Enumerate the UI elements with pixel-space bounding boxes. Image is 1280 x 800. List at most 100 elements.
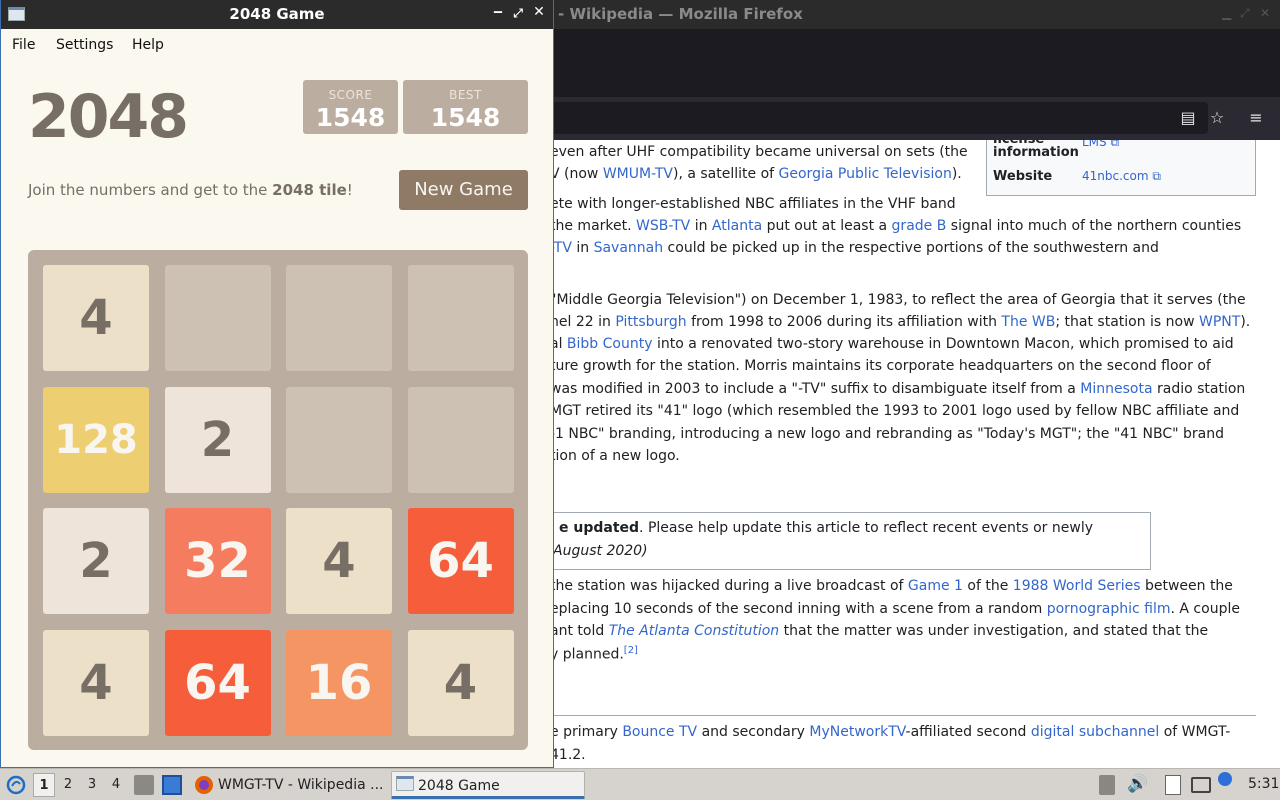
minimize-icon[interactable]: ▁ xyxy=(1222,6,1231,20)
article-line: e primary Bounce TV and secondary MyNetw… xyxy=(554,724,1230,740)
close-icon[interactable]: ✕ xyxy=(531,4,547,20)
game-app-icon xyxy=(396,776,414,791)
article-text: ete with longer-established NBC affiliat… xyxy=(554,196,956,212)
article-link[interactable]: -TV xyxy=(554,240,572,256)
article-line: al Bibb County into a renovated two-stor… xyxy=(554,336,1234,352)
bookmark-star-icon[interactable]: ☆ xyxy=(1206,107,1228,129)
task-2048-label: 2048 Game xyxy=(418,778,500,794)
start-menu-icon[interactable] xyxy=(6,775,26,795)
article-link[interactable]: Savannah xyxy=(594,240,664,256)
workspace-4[interactable]: 4 xyxy=(105,773,127,797)
best-label: BEST xyxy=(449,88,482,102)
article-link[interactable]: grade B xyxy=(892,218,947,234)
article-link[interactable]: 1988 World Series xyxy=(1013,578,1141,594)
menu-help[interactable]: Help xyxy=(132,37,164,53)
article-text: and secondary xyxy=(697,724,810,740)
show-desktop-icon[interactable] xyxy=(162,775,182,795)
article-text: radio station xyxy=(1152,381,1246,397)
article-link[interactable]: MyNetworkTV xyxy=(809,724,905,740)
article-text: 41.2. xyxy=(554,747,586,763)
notice-bold: e updated xyxy=(559,520,640,536)
article-text: even after UHF compatibility became univ… xyxy=(554,144,968,160)
article-link[interactable]: The Atlanta Constitution xyxy=(609,623,779,639)
article-link[interactable]: WSB-TV xyxy=(636,218,690,234)
new-game-button[interactable]: New Game xyxy=(399,170,528,210)
article-text: that the matter was under investigation,… xyxy=(779,623,1209,639)
volume-icon[interactable]: 🔊 xyxy=(1127,774,1148,794)
task-firefox[interactable]: WMGT-TV - Wikipedia ... xyxy=(190,771,388,799)
score-box: SCORE 1548 xyxy=(303,80,398,134)
article-link[interactable]: Minnesota xyxy=(1080,381,1152,397)
task-2048[interactable]: 2048 Game xyxy=(391,771,585,799)
article-text: MGT retired its "41" logo (which resembl… xyxy=(554,403,1240,419)
clock: 5:31 xyxy=(1248,776,1280,792)
article-text: tion of a new logo. xyxy=(554,448,680,464)
section-divider xyxy=(554,715,1256,716)
game-board[interactable]: 4 128 2 2 32 4 64 4 64 16 4 xyxy=(28,250,528,750)
article-text: ant told xyxy=(554,623,609,639)
workspace-1[interactable]: 1 xyxy=(33,773,55,797)
article-link[interactable]: WPNT xyxy=(1199,314,1240,330)
maximize-icon[interactable]: ⤢ xyxy=(510,6,526,21)
clipboard-icon[interactable] xyxy=(1099,775,1115,795)
tile-4: 4 xyxy=(43,629,149,736)
tile-empty xyxy=(286,386,392,493)
article-link[interactable]: Bounce TV xyxy=(622,724,697,740)
article-text: V (now xyxy=(554,166,603,182)
article-link[interactable]: Pittsburgh xyxy=(615,314,686,330)
firefox-tab-strip xyxy=(554,29,1280,97)
article-text: the station was hijacked during a live b… xyxy=(554,578,908,594)
menu-bar: File Settings Help xyxy=(1,29,553,61)
article-text: -affiliated second xyxy=(905,724,1031,740)
reader-mode-icon[interactable]: ▤ xyxy=(1177,107,1199,129)
citation-link[interactable]: [2] xyxy=(624,645,638,656)
workspace-2[interactable]: 2 xyxy=(57,773,79,797)
article-line: ant told The Atlanta Constitution that t… xyxy=(554,623,1208,639)
game-intro: Join the numbers and get to the 2048 til… xyxy=(28,181,353,199)
best-value: 1548 xyxy=(430,103,501,132)
maximize-icon[interactable]: ⤢ xyxy=(1240,6,1250,21)
article-line: was modified in 2003 to include a "-TV" … xyxy=(554,381,1245,397)
workspace-3[interactable]: 3 xyxy=(81,773,103,797)
tile-16: 16 xyxy=(286,629,392,736)
hamburger-menu-icon[interactable]: ≡ xyxy=(1245,107,1267,129)
article-line: the market. WSB-TV in Atlanta put out at… xyxy=(554,218,1241,234)
infobox-website-label: Website xyxy=(993,169,1053,184)
article-text: was modified in 2003 to include a "-TV" … xyxy=(554,381,1081,397)
firefox-window-title: - Wikipedia — Mozilla Firefox xyxy=(558,5,803,23)
article-link[interactable]: digital subchannel xyxy=(1031,724,1159,740)
firefox-toolbar: ▤ ☆ ≡ xyxy=(554,97,1280,140)
article-text: signal into much of the northern countie… xyxy=(946,218,1242,234)
article-line: "Middle Georgia Television") on December… xyxy=(554,292,1246,308)
article-line: ture growth for the station. Morris main… xyxy=(554,358,1211,374)
article-link[interactable]: The WB xyxy=(1001,314,1055,330)
minimize-icon[interactable]: ‒ xyxy=(490,4,506,20)
article-text: ). xyxy=(1240,314,1251,330)
article-text: ture growth for the station. Morris main… xyxy=(554,358,1211,374)
network-icon[interactable] xyxy=(1191,777,1211,793)
wikipedia-content: license information LMS ⧉ Website 41nbc.… xyxy=(554,140,1280,768)
file-manager-icon[interactable] xyxy=(134,775,154,795)
close-icon[interactable]: ✕ xyxy=(1260,6,1270,20)
tile-64: 64 xyxy=(164,629,271,736)
tile-128: 128 xyxy=(43,386,149,493)
infobox-website-link[interactable]: 41nbc.com ⧉ xyxy=(1082,169,1161,184)
article-link[interactable]: Bibb County xyxy=(567,336,653,352)
article-link[interactable]: Atlanta xyxy=(712,218,762,234)
menu-file[interactable]: File xyxy=(12,37,35,53)
notes-icon[interactable] xyxy=(1165,775,1181,795)
url-bar[interactable] xyxy=(554,102,1208,134)
notification-icon[interactable] xyxy=(1218,772,1232,786)
notice-date: August 2020) xyxy=(554,543,648,559)
article-text: the market. xyxy=(554,218,637,234)
article-link[interactable]: Georgia Public Television xyxy=(779,166,952,182)
article-link[interactable]: pornographic film xyxy=(1047,601,1171,617)
infobox-license-link[interactable]: LMS ⧉ xyxy=(1082,140,1119,150)
article-link[interactable]: Game 1 xyxy=(908,578,963,594)
article-text: ; that station is now xyxy=(1055,314,1200,330)
score-value: 1548 xyxy=(315,103,386,132)
menu-settings[interactable]: Settings xyxy=(56,37,113,53)
article-line: MGT retired its "41" logo (which resembl… xyxy=(554,403,1239,419)
article-link[interactable]: WMUM-TV xyxy=(603,166,673,182)
taskbar: 1 2 3 4 WMGT-TV - Wikipedia ... 2048 Gam… xyxy=(0,768,1280,800)
